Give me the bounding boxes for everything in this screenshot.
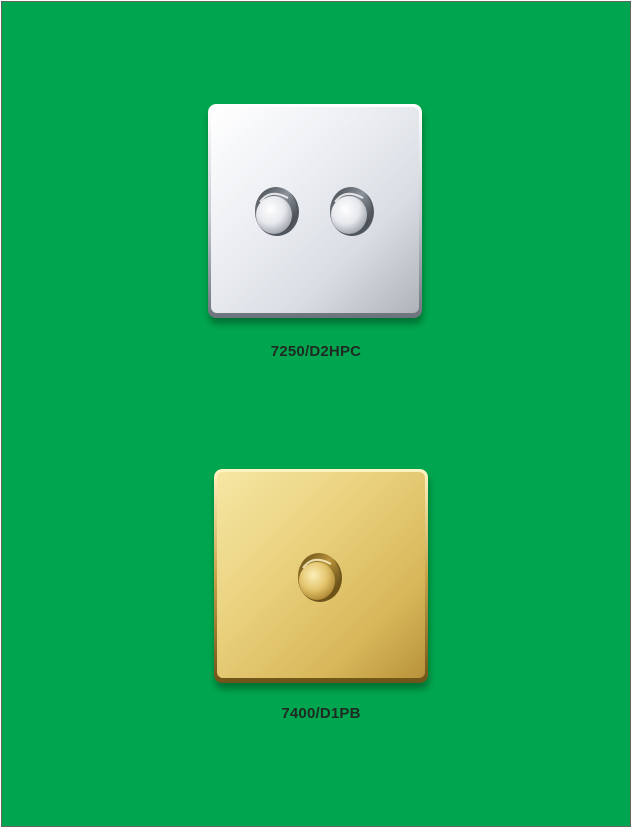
catalogue-page: 7250/D2HPC 7400/D1PB: [1, 1, 631, 827]
product-code-brass: 7400/D1PB: [281, 705, 361, 722]
chrome-dimmer-plate-image: [208, 104, 422, 318]
product-code-chrome: 7250/D2HPC: [270, 343, 362, 360]
brass-dimmer-plate-image: [214, 469, 428, 683]
